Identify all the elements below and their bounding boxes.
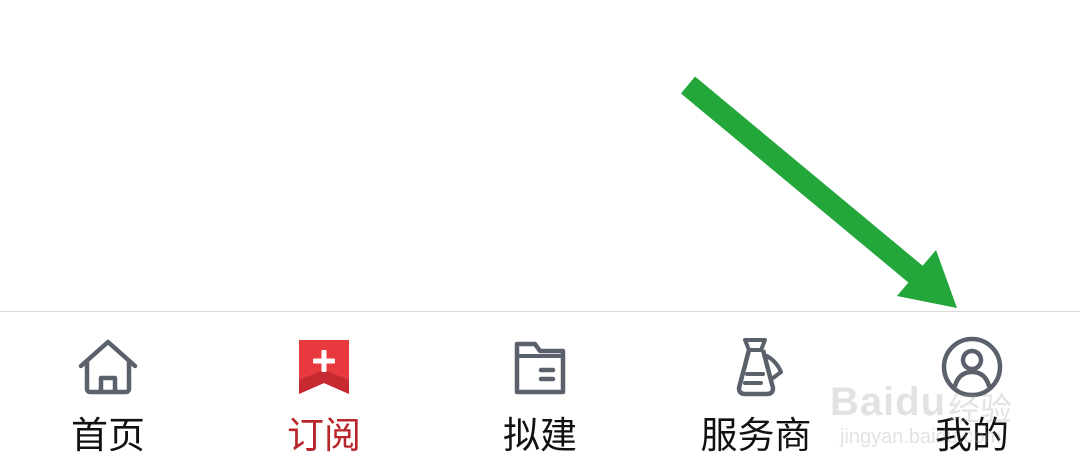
tab-mine-label: 我的 (935, 414, 1009, 457)
tab-proposed[interactable]: 拟建 (432, 312, 648, 474)
tab-mine[interactable]: 我的 (864, 312, 1080, 474)
tab-home[interactable]: 首页 (0, 312, 216, 474)
service-provider-icon (723, 334, 789, 400)
profile-icon (939, 334, 1005, 400)
tab-service-provider-label: 服务商 (700, 414, 812, 457)
home-icon (75, 334, 141, 400)
tab-service-provider[interactable]: 服务商 (648, 312, 864, 474)
subscribe-icon (291, 334, 357, 400)
bottom-tab-bar: 首页 订阅 拟建 服务商 我的 (0, 311, 1080, 473)
content-area (0, 0, 1080, 311)
tab-subscribe-label: 订阅 (287, 414, 361, 457)
folder-icon (507, 334, 573, 400)
tab-proposed-label: 拟建 (503, 414, 577, 457)
tab-home-label: 首页 (71, 414, 145, 457)
tab-subscribe[interactable]: 订阅 (216, 312, 432, 474)
